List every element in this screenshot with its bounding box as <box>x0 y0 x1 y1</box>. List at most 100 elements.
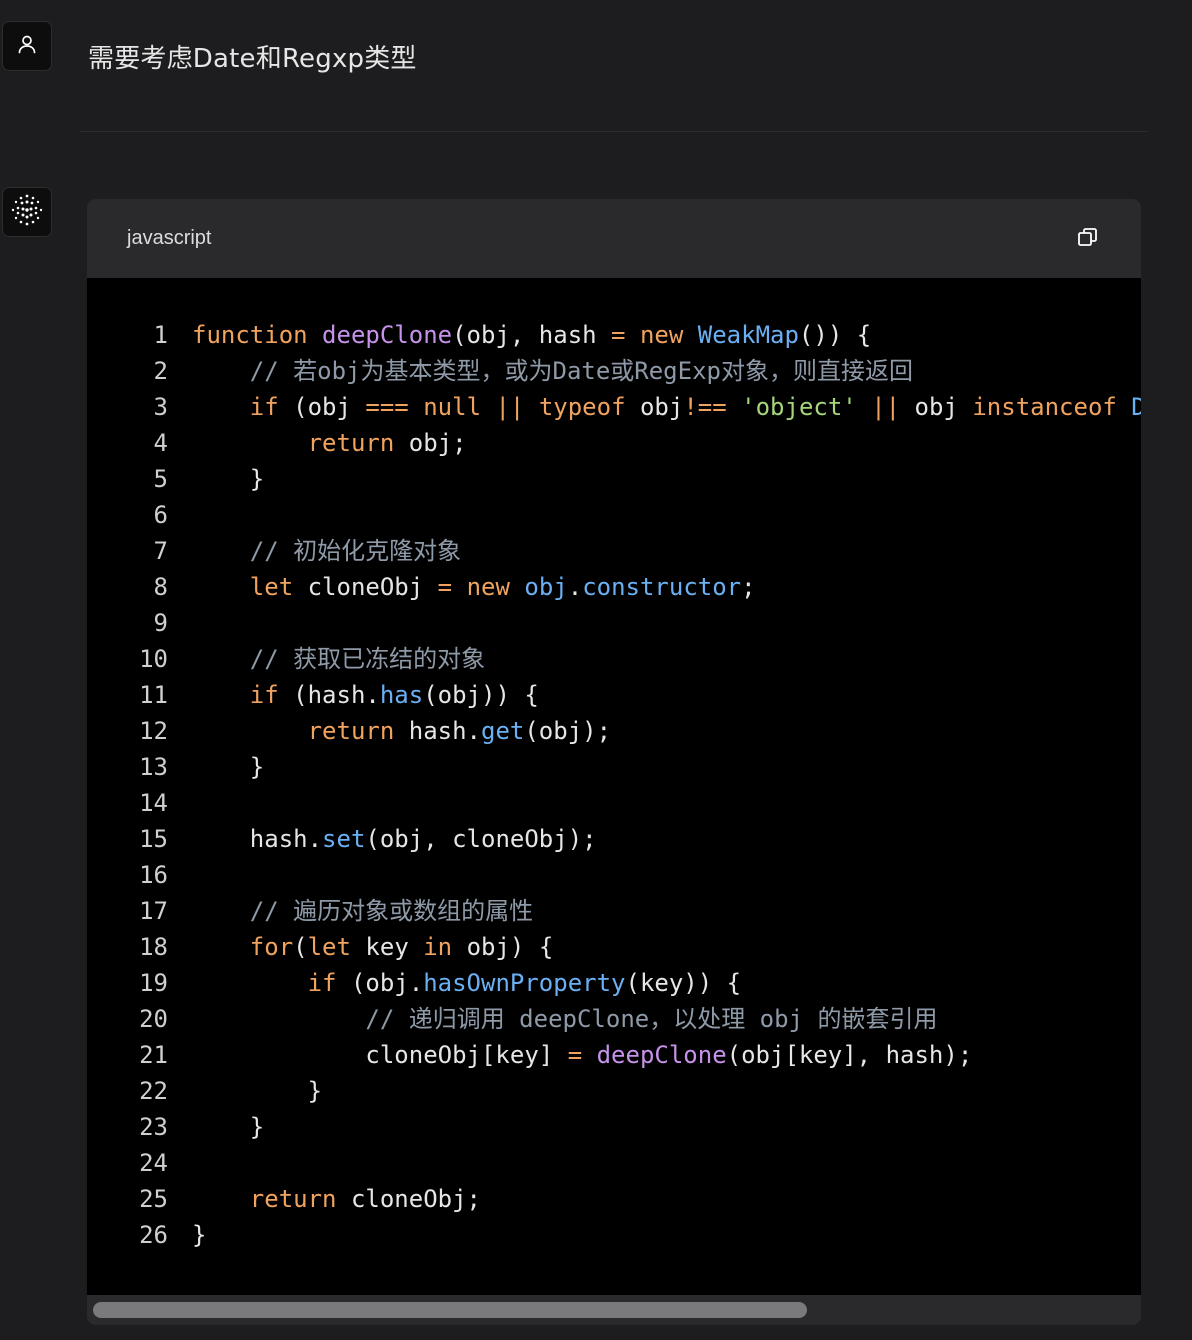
code-token: = <box>567 1041 583 1069</box>
code-token: constructor <box>582 573 742 601</box>
code-token: (obj. <box>336 969 424 997</box>
code-line: 8 let cloneObj = new obj.constructor; <box>87 569 756 605</box>
code-area[interactable]: 1 function deepClone(obj, hash = new Weak… <box>87 278 1141 1294</box>
line-number: 4 <box>153 429 168 457</box>
code-token: cloneObj[key] <box>192 1041 568 1069</box>
code-token: = <box>611 321 626 349</box>
line-number: 19 <box>139 969 168 997</box>
code-token: } <box>192 753 265 781</box>
line-number: 25 <box>139 1185 168 1213</box>
code-token: (obj[key], hash); <box>726 1041 973 1069</box>
line-number: 12 <box>139 717 168 745</box>
line-number: 6 <box>153 501 168 529</box>
code-line: 17 // 遍历对象或数组的属性 <box>87 893 533 929</box>
code-token: . <box>567 573 583 601</box>
code-token: return <box>307 429 395 457</box>
code-token: obj <box>900 393 973 421</box>
code-token: // 递归调用 deepClone，以处理 obj 的嵌套引用 <box>365 1005 938 1033</box>
code-token: (key)) { <box>625 969 742 997</box>
code-line: 25 return cloneObj; <box>87 1181 481 1217</box>
code-token: obj <box>524 573 568 601</box>
code-token: ; <box>741 573 756 601</box>
code-token: if <box>249 681 279 709</box>
line-number: 3 <box>153 393 168 421</box>
code-token: return <box>249 1185 337 1213</box>
code-line: 6 <box>87 497 192 533</box>
code-token: D <box>1131 393 1141 421</box>
line-number: 1 <box>153 321 168 349</box>
code-line: 23 } <box>87 1109 264 1145</box>
line-number: 5 <box>153 465 168 493</box>
code-token: ()) { <box>798 321 872 349</box>
scrollbar-thumb[interactable] <box>93 1302 807 1318</box>
code-token: || <box>871 393 901 421</box>
code-token: let <box>307 933 351 961</box>
code-token: === <box>365 393 409 421</box>
code-line: 16 <box>87 857 192 893</box>
user-message: 需要考虑Date和Regxp类型 <box>88 44 417 74</box>
code-token: (obj)) { <box>423 681 539 709</box>
line-number: 16 <box>139 861 168 889</box>
code-line: 11 if (hash.has(obj)) { <box>87 677 539 713</box>
line-number: 24 <box>139 1149 168 1177</box>
code-token: (obj <box>278 393 366 421</box>
code-language-label: javascript <box>127 227 212 249</box>
code-line: 9 <box>87 605 192 641</box>
line-number: 9 <box>153 609 168 637</box>
code-token: if <box>307 969 337 997</box>
code-token: || <box>495 393 525 421</box>
code-token: new <box>466 573 510 601</box>
copy-button[interactable] <box>1075 226 1101 252</box>
user-avatar <box>2 21 52 71</box>
code-line: 4 return obj; <box>87 425 467 461</box>
code-token: instanceof <box>972 393 1117 421</box>
code-line: 12 return hash.get(obj); <box>87 713 611 749</box>
code-token: WeakMap <box>697 321 799 349</box>
code-token: key <box>350 933 424 961</box>
code-token: (obj, cloneObj); <box>365 825 597 853</box>
code-line: 5 } <box>87 461 265 497</box>
code-header: javascript <box>87 199 1141 278</box>
code-token: hash. <box>394 717 481 745</box>
code-token: !== <box>683 393 727 421</box>
code-line: 18 for(let key in obj) { <box>87 929 553 965</box>
code-token: function <box>192 321 308 349</box>
code-token: // 若obj为基本类型，或为Date或RegExp对象，则直接返回 <box>249 357 913 385</box>
code-token: hash. <box>192 825 323 853</box>
code-token: } <box>192 1113 265 1141</box>
line-number: 26 <box>139 1221 168 1249</box>
code-token: has <box>379 681 424 709</box>
code-token: } <box>192 1221 207 1249</box>
code-line: 1 function deepClone(obj, hash = new Weak… <box>87 317 872 353</box>
dotted-sphere-icon <box>10 193 44 231</box>
code-line: 2 // 若obj为基本类型，或为Date或RegExp对象，则直接返回 <box>87 353 913 389</box>
code-line: 10 // 获取已冻结的对象 <box>87 641 485 677</box>
code-token: (obj); <box>524 717 612 745</box>
line-number: 7 <box>153 537 168 565</box>
code-line: 20 // 递归调用 deepClone，以处理 obj 的嵌套引用 <box>87 1001 937 1037</box>
code-token: typeof <box>538 393 626 421</box>
code-token: (obj, hash <box>452 321 612 349</box>
line-number: 14 <box>139 789 168 817</box>
horizontal-scrollbar[interactable] <box>87 1295 1141 1325</box>
code-line: 19 if (obj.hasOwnProperty(key)) { <box>87 965 741 1001</box>
line-number: 15 <box>139 825 168 853</box>
code-token: cloneObj <box>293 573 438 601</box>
code-line: 14 <box>87 785 192 821</box>
